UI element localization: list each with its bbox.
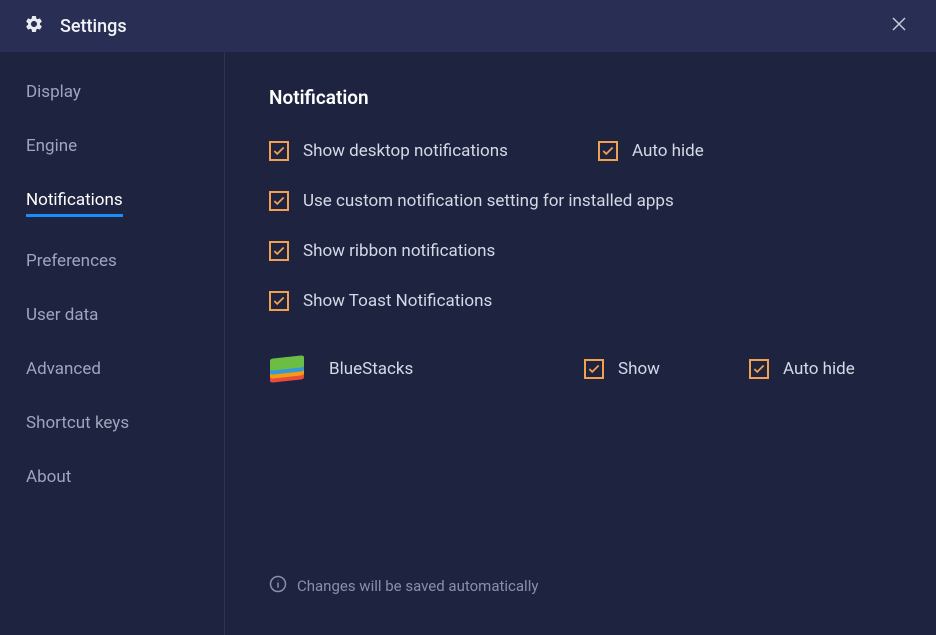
window-header: Settings	[0, 0, 936, 52]
sidebar-item-user-data[interactable]: User data	[26, 305, 98, 325]
app-row-bluestacks: BlueStacks Show Auto hide	[269, 351, 892, 387]
sidebar-item-shortcut-keys[interactable]: Shortcut keys	[26, 413, 129, 433]
sidebar-item-advanced[interactable]: Advanced	[26, 359, 101, 379]
label-show-desktop: Show desktop notifications	[303, 141, 508, 161]
app-name-label: BlueStacks	[329, 359, 584, 379]
sidebar-item-preferences[interactable]: Preferences	[26, 251, 117, 271]
bluestacks-icon	[269, 351, 305, 387]
footer-note: Changes will be saved automatically	[269, 575, 538, 597]
checkbox-auto-hide[interactable]	[598, 141, 618, 161]
checkbox-show-ribbon[interactable]	[269, 241, 289, 261]
sidebar-item-display[interactable]: Display	[26, 82, 81, 102]
label-show-toast: Show Toast Notifications	[303, 291, 492, 311]
checkbox-custom-setting[interactable]	[269, 191, 289, 211]
sidebar-item-about[interactable]: About	[26, 467, 71, 487]
checkbox-app-autohide[interactable]	[749, 359, 769, 379]
close-button[interactable]	[886, 11, 912, 41]
section-title: Notification	[269, 86, 892, 109]
sidebar: Display Engine Notifications Preferences…	[0, 52, 225, 635]
window-title: Settings	[60, 16, 127, 37]
gear-icon	[24, 14, 44, 38]
footer-text: Changes will be saved automatically	[297, 577, 538, 595]
info-icon	[269, 575, 287, 597]
checkbox-app-show[interactable]	[584, 359, 604, 379]
sidebar-item-notifications[interactable]: Notifications	[26, 190, 123, 217]
label-auto-hide: Auto hide	[632, 141, 704, 161]
sidebar-item-engine[interactable]: Engine	[26, 136, 77, 156]
label-app-autohide: Auto hide	[783, 359, 855, 379]
label-app-show: Show	[618, 359, 660, 379]
checkbox-show-toast[interactable]	[269, 291, 289, 311]
label-show-ribbon: Show ribbon notifications	[303, 241, 495, 261]
label-custom-setting: Use custom notification setting for inst…	[303, 191, 674, 211]
checkbox-show-desktop[interactable]	[269, 141, 289, 161]
content-panel: Notification Show desktop notifications …	[225, 52, 936, 635]
